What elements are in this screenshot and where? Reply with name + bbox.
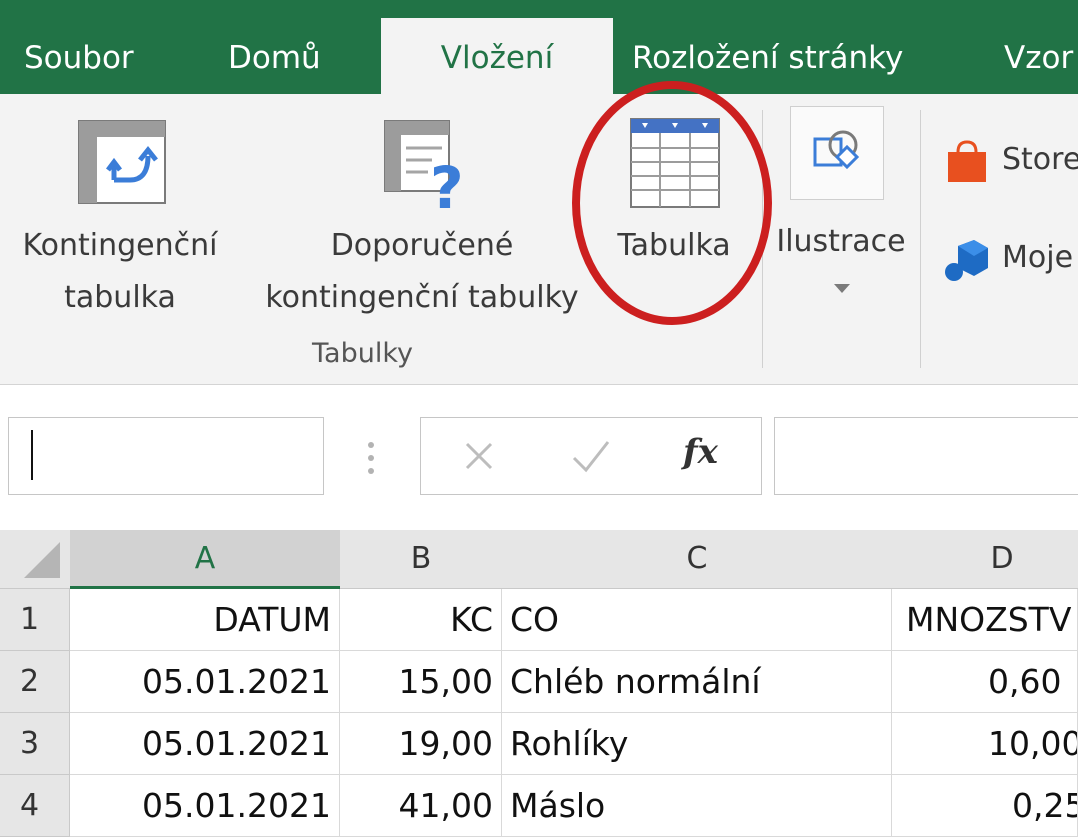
- my-addins-label: Moje: [1002, 240, 1074, 275]
- store-button[interactable]: Store: [938, 134, 1078, 190]
- cell-c3[interactable]: Rohlíky: [502, 713, 892, 775]
- row-header-4[interactable]: 4: [0, 775, 70, 837]
- illustrations-icon-frame: [790, 106, 884, 200]
- tab-domu[interactable]: Domů: [228, 18, 321, 94]
- my-addins-button[interactable]: Moje: [938, 232, 1078, 288]
- select-all-triangle-icon: [24, 542, 60, 578]
- svg-text:?: ?: [430, 154, 464, 212]
- cell-a2[interactable]: 05.01.2021: [70, 651, 340, 713]
- ribbon-tab-bar: Soubor Domů Vložení Rozložení stránky Vz…: [0, 0, 1078, 94]
- worksheet-grid: A B C D 1 DATUM KC CO MNOZSTV 2 05.01.20…: [0, 530, 1078, 837]
- cell-d1[interactable]: MNOZSTV: [892, 589, 1078, 651]
- cell-a1[interactable]: DATUM: [70, 589, 340, 651]
- select-all-corner[interactable]: [0, 530, 71, 589]
- column-header-b[interactable]: B: [340, 530, 503, 589]
- illustrations-button[interactable]: Ilustrace: [768, 94, 914, 334]
- cell-b3[interactable]: 19,00: [340, 713, 502, 775]
- cell-c1[interactable]: CO: [502, 589, 892, 651]
- row-header-1[interactable]: 1: [0, 589, 70, 651]
- cell-c2[interactable]: Chléb normální: [502, 651, 892, 713]
- tab-vzorce[interactable]: Vzor: [1004, 18, 1073, 94]
- chevron-down-icon: [834, 284, 850, 293]
- pivot-table-icon: [78, 120, 166, 204]
- shapes-icon: [813, 130, 860, 170]
- column-header-a[interactable]: A: [70, 530, 341, 589]
- cell-b4[interactable]: 41,00: [340, 775, 502, 837]
- cell-b1[interactable]: KC: [340, 589, 502, 651]
- ribbon-insert-panel: Kontingenční tabulka ? Doporučené kontin…: [0, 94, 1078, 385]
- pivot-table-label-1: Kontingenční: [22, 228, 218, 263]
- group-label-tables: Tabulky: [312, 338, 413, 369]
- tab-soubor[interactable]: Soubor: [24, 18, 134, 94]
- pivot-table-label-2: tabulka: [64, 280, 176, 315]
- illustrations-label: Ilustrace: [776, 224, 906, 259]
- pivot-table-button[interactable]: Kontingenční tabulka: [0, 94, 240, 334]
- formula-input[interactable]: [774, 417, 1078, 495]
- row-header-2[interactable]: 2: [0, 651, 70, 713]
- recommended-pivot-label-1: Doporučené: [330, 228, 514, 263]
- row-header-3[interactable]: 3: [0, 713, 70, 775]
- cell-a3[interactable]: 05.01.2021: [70, 713, 340, 775]
- cell-a4[interactable]: 05.01.2021: [70, 775, 340, 837]
- formula-buttons-box: fx: [420, 417, 762, 495]
- cancel-icon[interactable]: [463, 440, 495, 472]
- cell-b2[interactable]: 15,00: [340, 651, 502, 713]
- store-bag-icon: [948, 140, 986, 182]
- name-box[interactable]: [8, 417, 324, 495]
- addins-cube-icon: [945, 240, 988, 281]
- cell-c4[interactable]: Máslo: [502, 775, 892, 837]
- highlight-ellipse: [572, 81, 772, 325]
- store-label: Store: [1002, 142, 1078, 177]
- cell-d4[interactable]: 0,25: [892, 775, 1078, 837]
- splitter-dots-icon[interactable]: [366, 441, 376, 475]
- cell-d2[interactable]: 0,60: [892, 651, 1078, 713]
- column-header-d[interactable]: D: [892, 530, 1078, 589]
- enter-check-icon[interactable]: [571, 438, 611, 474]
- column-header-c[interactable]: C: [502, 530, 893, 589]
- recommended-pivot-tables-button[interactable]: ? Doporučené kontingenční tabulky: [246, 94, 598, 334]
- group-separator-2: [920, 110, 921, 368]
- recommended-pivot-label-2: kontingenční tabulky: [265, 280, 579, 315]
- cell-d3[interactable]: 10,00: [892, 713, 1078, 775]
- recommended-pivot-icon: ?: [384, 120, 464, 212]
- text-cursor: [31, 430, 33, 480]
- insert-function-icon[interactable]: fx: [683, 432, 718, 472]
- formula-bar-area: fx: [0, 385, 1078, 530]
